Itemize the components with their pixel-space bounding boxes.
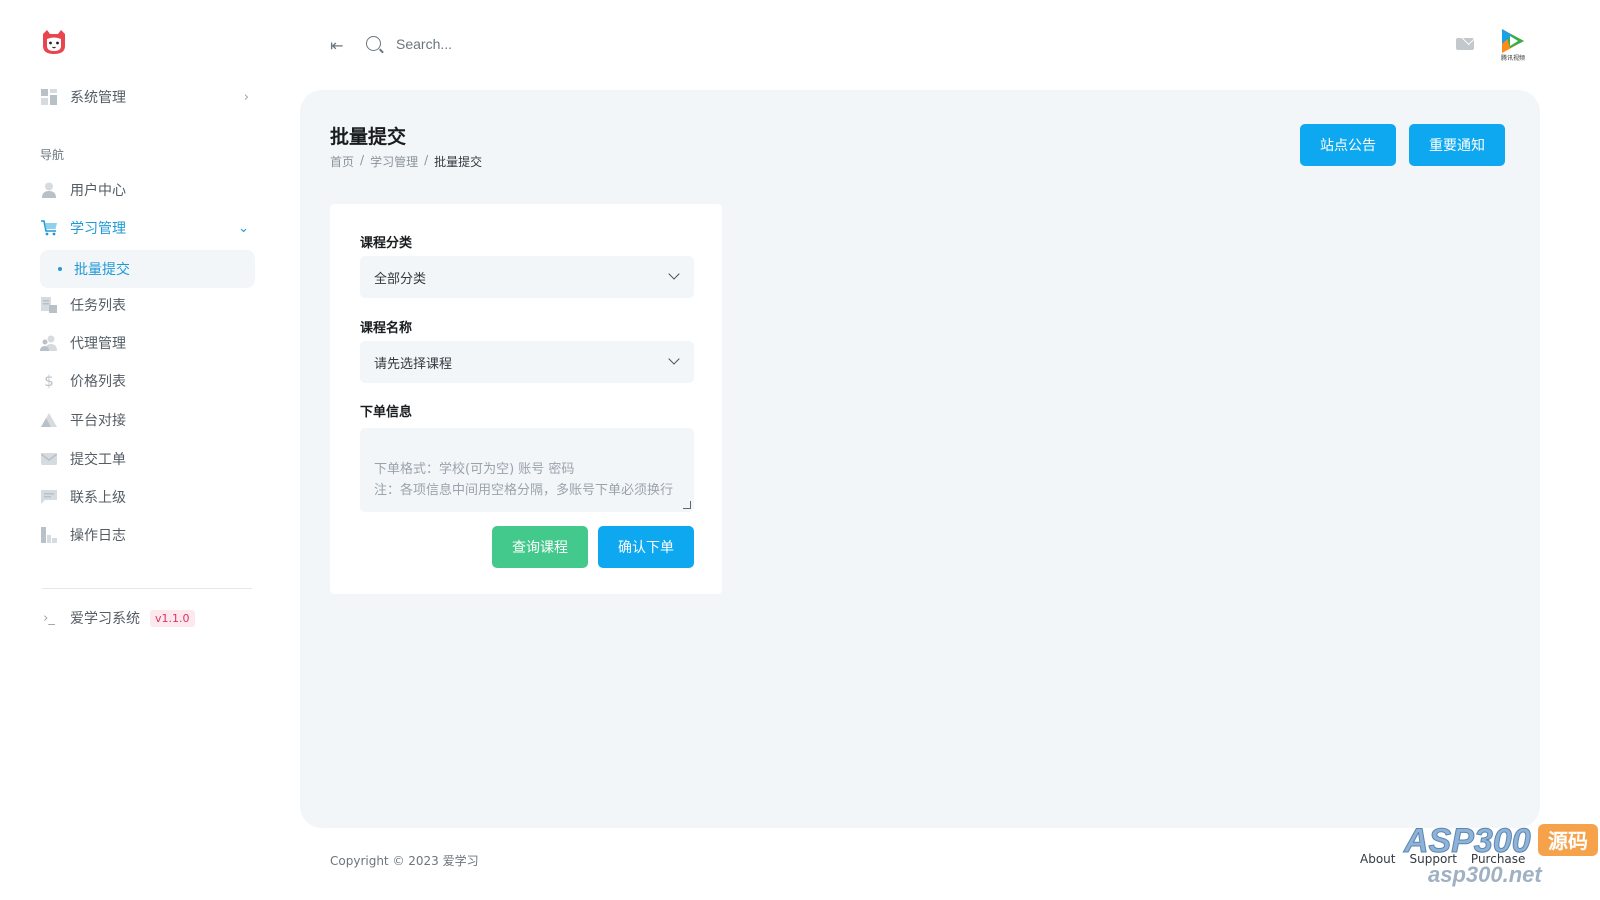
watermark-brand: ASP300 [1403, 822, 1531, 860]
nav-heading: 导航 [40, 148, 65, 162]
cart-icon [40, 219, 58, 237]
sidebar-item-user-center[interactable]: 用户中心 [40, 174, 255, 206]
sidebar-item-label: 联系上级 [70, 490, 126, 506]
version-badge: v1.1.0 [150, 609, 195, 627]
sidebar-item-label: 提交工单 [70, 452, 126, 468]
order-info-label: 下单信息 [360, 405, 413, 420]
sidebar-item-label: 操作日志 [70, 528, 126, 544]
sidebar-item-study[interactable]: 学习管理 ⌄ [40, 212, 255, 244]
breadcrumb-current: 批量提交 [434, 155, 483, 169]
users-icon [40, 334, 58, 352]
order-info-textarea[interactable]: 下单格式：学校(可为空) 账号 密码 注：各项信息中间用空格分隔，多账号下单必须… [360, 428, 694, 512]
sidebar-item-label: 学习管理 [70, 221, 126, 237]
sidebar-divider [42, 588, 252, 589]
list-icon [40, 296, 58, 314]
dollar-icon: $ [44, 372, 54, 390]
triangle-icon [40, 411, 58, 429]
category-select[interactable]: 全部分类 [360, 256, 694, 298]
watermark: ASP300 源码 asp300.net [1403, 822, 1598, 887]
sidebar-item-contact[interactable]: 联系上级 [40, 481, 255, 513]
breadcrumb-study[interactable]: 学习管理 [370, 153, 418, 170]
grid-icon [40, 88, 58, 106]
terminal-icon: ›_ [43, 610, 55, 626]
bullet-icon [58, 267, 62, 271]
confirm-order-button[interactable]: 确认下单 [598, 526, 694, 568]
sidebar-item-tasks[interactable]: 任务列表 [40, 289, 255, 321]
sidebar-item-label: 系统管理 [70, 90, 126, 106]
category-label: 课程分类 [360, 236, 413, 251]
sidebar-item-label: 任务列表 [70, 298, 126, 314]
sidebar-item-prices[interactable]: $ 价格列表 [40, 365, 255, 397]
course-select[interactable]: 请先选择课程 [360, 341, 694, 383]
user-icon [40, 181, 58, 199]
resize-handle-icon[interactable] [683, 501, 691, 509]
sidebar-item-label: 代理管理 [70, 336, 126, 352]
breadcrumb-separator: / [360, 153, 365, 167]
query-course-button[interactable]: 查询课程 [492, 526, 588, 568]
chevron-down-icon [668, 268, 680, 280]
watermark-domain: asp300.net [1428, 862, 1543, 887]
breadcrumb: 首页 / 学习管理 / 批量提交 [330, 153, 482, 170]
chevron-down-icon: ⌄ [238, 220, 249, 236]
sidebar-item-label: 平台对接 [70, 413, 126, 429]
chart-icon [40, 526, 58, 544]
sidebar-item-label: 爱学习系统 [70, 611, 140, 627]
order-info-placeholder: 下单格式：学校(可为空) 账号 密码 注：各项信息中间用空格分隔，多账号下单必须… [374, 462, 674, 498]
breadcrumb-separator: / [424, 153, 429, 167]
sidebar-item-platform[interactable]: 平台对接 [40, 404, 255, 436]
sidebar-item-agents[interactable]: 代理管理 [40, 327, 255, 359]
sidebar-item-ticket[interactable]: 提交工单 [40, 443, 255, 475]
sidebar-item-label: 用户中心 [70, 183, 126, 199]
sidebar-subitem-batch-submit[interactable]: 批量提交 [40, 250, 255, 288]
footer-copyright: Copyright © 2023 爱学习 [330, 854, 479, 868]
sidebar-item-version[interactable]: ›_ 爱学习系统 v1.1.0 [40, 602, 255, 634]
sidebar: 系统管理 › 导航 用户中心 学习管理 ⌄ 批量提交 任务列表 代理管理 $ 价… [0, 0, 280, 900]
chat-icon [40, 488, 58, 506]
page-title: 批量提交 [330, 126, 407, 148]
important-notice-button[interactable]: 重要通知 [1409, 124, 1505, 166]
category-select-value: 全部分类 [374, 271, 427, 287]
course-select-value: 请先选择课程 [374, 356, 453, 372]
collapse-sidebar-icon[interactable]: ⇤ [330, 36, 343, 55]
sidebar-item-system[interactable]: 系统管理 › [40, 81, 255, 113]
search-icon [366, 36, 381, 51]
order-form-card: 课程分类 全部分类 课程名称 请先选择课程 下单信息 下单格式：学校(可为空) … [330, 204, 722, 594]
logo-icon[interactable] [40, 28, 68, 56]
search-input[interactable] [396, 32, 656, 56]
sidebar-item-logs[interactable]: 操作日志 [40, 519, 255, 551]
topbar: ⇤ 腾讯视频 [300, 0, 1600, 88]
course-label: 课程名称 [360, 321, 413, 336]
announcement-button[interactable]: 站点公告 [1300, 124, 1396, 166]
chevron-down-icon [668, 353, 680, 365]
sidebar-subitem-label: 批量提交 [74, 262, 130, 278]
main-content: 批量提交 首页 / 学习管理 / 批量提交 站点公告 重要通知 课程分类 全部分… [300, 90, 1540, 828]
footer-link-about[interactable]: About [1360, 852, 1395, 866]
breadcrumb-home[interactable]: 首页 [330, 153, 354, 170]
avatar[interactable]: 腾讯视频 [1496, 26, 1530, 62]
notifications-mail-icon[interactable] [1456, 38, 1474, 50]
chevron-right-icon: › [243, 89, 249, 105]
sidebar-item-label: 价格列表 [70, 374, 126, 390]
watermark-suffix: 源码 [1548, 829, 1588, 853]
avatar-caption: 腾讯视频 [1501, 54, 1525, 62]
mail-icon [40, 450, 58, 468]
